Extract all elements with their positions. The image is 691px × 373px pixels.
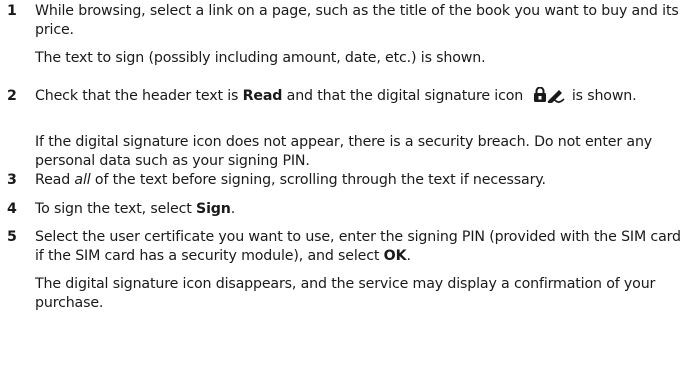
step-note: The text to sign (possibly including amo… [35,50,486,66]
instruction-steps: 1 While browsing, select a link on a pag… [0,0,691,373]
step-number: 1 [7,3,17,19]
step-text-part: . [406,248,411,264]
option-sign: Sign [196,201,231,217]
step-text-part: of the text before signing, scrolling th… [90,172,546,188]
step-note: If the digital signature icon does not a… [35,134,653,169]
step-text-part: Read [35,172,75,188]
step-note: The digital signature icon disappears, a… [35,276,656,311]
option-ok: OK [383,248,407,264]
step-number: 5 [7,229,17,245]
step-text-part: Check that the header text is [35,88,243,104]
step-number: 4 [7,201,17,217]
step-text-part: . [230,201,236,217]
step-number: 2 [7,88,17,104]
step-text-part: and that the digital signature icon [282,88,528,104]
step-text: Check that the header text is Read and t… [35,86,685,106]
step-text-part: Select the user certificate you want to … [35,229,681,264]
step-text: To sign the text, select Sign. [35,200,685,219]
step-text-part: is shown. [567,88,637,104]
header-text-read: Read [242,88,283,104]
step-text-part: To sign the text, select [35,201,197,217]
step-text: While browsing, select a link on a page,… [35,3,679,38]
step-text: Select the user certificate you want to … [35,228,685,266]
step-number: 3 [7,172,17,188]
step-text: Read all of the text before signing, scr… [35,171,685,190]
lock-pen-signature-icon [533,86,567,103]
emphasis-all: all [74,172,91,188]
